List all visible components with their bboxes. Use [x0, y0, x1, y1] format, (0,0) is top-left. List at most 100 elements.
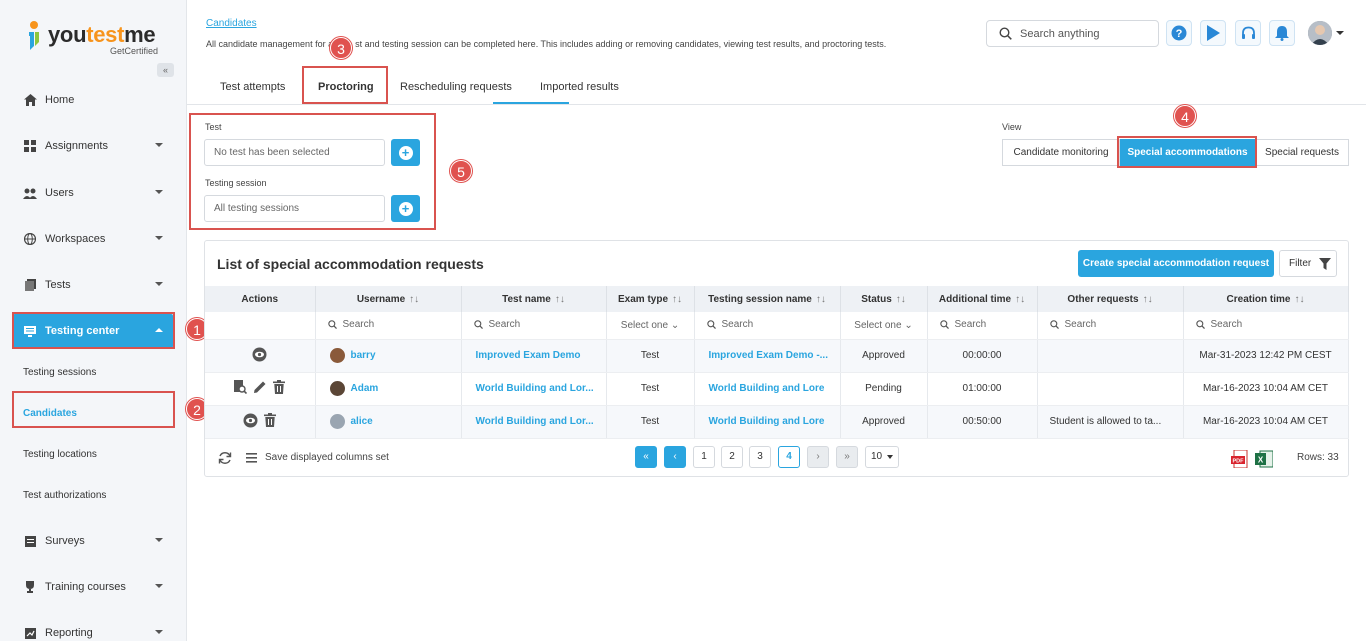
test-name-search[interactable]: Search [461, 312, 607, 340]
step-badge-5: 5 [450, 160, 472, 182]
sidebar-item-assignments[interactable]: Assignments [0, 128, 187, 164]
brand-tagline: GetCertified [110, 46, 159, 56]
user-avatar [329, 348, 345, 363]
tab-rescheduling-requests[interactable]: Rescheduling requests [400, 81, 512, 93]
page-3-button[interactable]: 3 [749, 446, 771, 468]
chevron-left-icon: ‹ [673, 451, 677, 462]
notifications-button[interactable] [1269, 20, 1295, 46]
search-icon [1049, 320, 1059, 329]
row-test-name[interactable]: World Building and Lor... [461, 372, 607, 406]
support-button[interactable] [1235, 20, 1261, 46]
review-icon[interactable] [234, 380, 248, 394]
rows-count: Rows: 33 [1297, 452, 1339, 463]
eye-icon[interactable] [243, 413, 258, 428]
sidebar-item-tests[interactable]: Tests [0, 267, 187, 303]
sidebar-subitem-test-authorizations[interactable]: Test authorizations [23, 490, 106, 501]
creation-time-search[interactable]: Search [1183, 312, 1349, 340]
sidebar-subitem-testing-locations[interactable]: Testing locations [23, 449, 97, 460]
logo[interactable]: youtestme GetCertified [26, 18, 166, 58]
eye-icon[interactable] [252, 347, 267, 362]
additional-time-search[interactable]: Search [927, 312, 1038, 340]
row-username[interactable]: barry [315, 339, 462, 373]
sort-icon: ↑↓ [895, 293, 906, 305]
trash-icon[interactable] [264, 413, 277, 427]
sidebar-item-surveys[interactable]: Surveys [0, 523, 187, 559]
trash-icon[interactable] [273, 380, 286, 394]
row-status: Pending [840, 372, 928, 406]
column-header-test-name[interactable]: Test name ↑↓ [461, 286, 607, 312]
column-header-exam-type[interactable]: Exam type ↑↓ [606, 286, 695, 312]
page-1-button[interactable]: 1 [693, 446, 715, 468]
row-creation-time: Mar-16-2023 10:04 AM CET [1183, 372, 1349, 406]
row-additional-time: 00:50:00 [927, 405, 1038, 439]
other-requests-search[interactable]: Search [1037, 312, 1184, 340]
accommodation-requests-panel: List of special accommodation requests C… [204, 240, 1349, 477]
row-actions [205, 372, 316, 406]
save-columns-set-button[interactable]: Save displayed columns set [246, 452, 389, 463]
trophy-icon [23, 580, 37, 594]
row-username[interactable]: Adam [315, 372, 462, 406]
column-header-other-requests[interactable]: Other requests ↑↓ [1037, 286, 1184, 312]
sort-icon: ↑↓ [409, 293, 420, 305]
chevron-down-icon [155, 236, 163, 240]
row-username[interactable]: alice [315, 405, 462, 439]
row-testing-session[interactable]: World Building and Lore [694, 405, 841, 439]
testing-session-search[interactable]: Search [694, 312, 841, 340]
row-test-name[interactable]: World Building and Lor... [461, 405, 607, 439]
row-testing-session[interactable]: Improved Exam Demo -... [694, 339, 841, 373]
column-header-username[interactable]: Username ↑↓ [315, 286, 462, 312]
next-page-button[interactable]: › [807, 446, 829, 468]
help-button[interactable]: ? [1166, 20, 1192, 46]
page-4-button[interactable]: 4 [778, 446, 800, 468]
users-icon [23, 186, 37, 200]
status-select[interactable]: Select one ⌄ [840, 312, 928, 340]
table-row[interactable]: Adam World Building and Lor... Test Worl… [205, 372, 1349, 406]
sidebar-subitem-testing-sessions[interactable]: Testing sessions [23, 367, 96, 378]
view-special-requests-button[interactable]: Special requests [1255, 139, 1349, 166]
table-header-row: Actions Username ↑↓ Test name ↑↓ Exam type… [205, 286, 1349, 312]
search-icon [999, 27, 1012, 40]
row-exam-type: Test [606, 339, 695, 373]
exam-type-select[interactable]: Select one ⌄ [606, 312, 695, 340]
chevron-down-icon[interactable] [1336, 31, 1344, 35]
chevron-down-icon [155, 584, 163, 588]
sidebar-item-training-courses[interactable]: Training courses [0, 569, 187, 605]
pdf-export-icon[interactable]: PDF [1231, 450, 1249, 468]
edit-icon[interactable] [253, 380, 267, 394]
column-header-status[interactable]: Status ↑↓ [840, 286, 928, 312]
user-avatar[interactable] [1308, 21, 1332, 45]
view-candidate-monitoring-button[interactable]: Candidate monitoring [1002, 139, 1120, 166]
create-accommodation-request-button[interactable]: Create special accommodation request [1078, 250, 1274, 277]
highlight-testing-center [12, 312, 175, 349]
tab-test-attempts[interactable]: Test attempts [220, 81, 285, 93]
rows-per-page-select[interactable]: 10 [865, 446, 899, 468]
last-page-button[interactable]: » [836, 446, 858, 468]
row-test-name[interactable]: Improved Exam Demo [461, 339, 607, 373]
first-page-button[interactable]: « [635, 446, 657, 468]
sort-icon: ↑↓ [1294, 293, 1305, 305]
sidebar-item-workspaces[interactable]: Workspaces [0, 221, 187, 257]
actions-filter-cell [205, 312, 316, 340]
refresh-icon[interactable] [218, 451, 232, 465]
column-header-creation-time[interactable]: Creation time ↑↓ [1183, 286, 1349, 312]
sidebar-item-home[interactable]: Home [0, 82, 187, 118]
filter-button[interactable]: Filter [1279, 250, 1337, 277]
tab-imported-results[interactable]: Imported results [540, 81, 619, 93]
funnel-icon [1319, 257, 1332, 270]
previous-page-button[interactable]: ‹ [664, 446, 686, 468]
column-header-testing-session[interactable]: Testing session name ↑↓ [694, 286, 841, 312]
sidebar-item-reporting[interactable]: Reporting [0, 615, 187, 641]
row-testing-session[interactable]: World Building and Lore [694, 372, 841, 406]
column-header-additional-time[interactable]: Additional time ↑↓ [927, 286, 1038, 312]
excel-export-icon[interactable]: X [1255, 450, 1273, 468]
sidebar-item-users[interactable]: Users [0, 175, 187, 211]
play-tutorial-button[interactable] [1200, 20, 1226, 46]
table-row[interactable]: barry Improved Exam Demo Test Improved E… [205, 339, 1349, 373]
table-row[interactable]: alice World Building and Lor... Test Wor… [205, 405, 1349, 439]
page-2-button[interactable]: 2 [721, 446, 743, 468]
username-search[interactable]: Search [315, 312, 462, 340]
global-search[interactable]: Search anything [986, 20, 1159, 47]
collapse-sidebar-button[interactable]: « [157, 63, 174, 77]
assignments-icon [23, 139, 37, 153]
breadcrumb[interactable]: Candidates [206, 18, 257, 29]
